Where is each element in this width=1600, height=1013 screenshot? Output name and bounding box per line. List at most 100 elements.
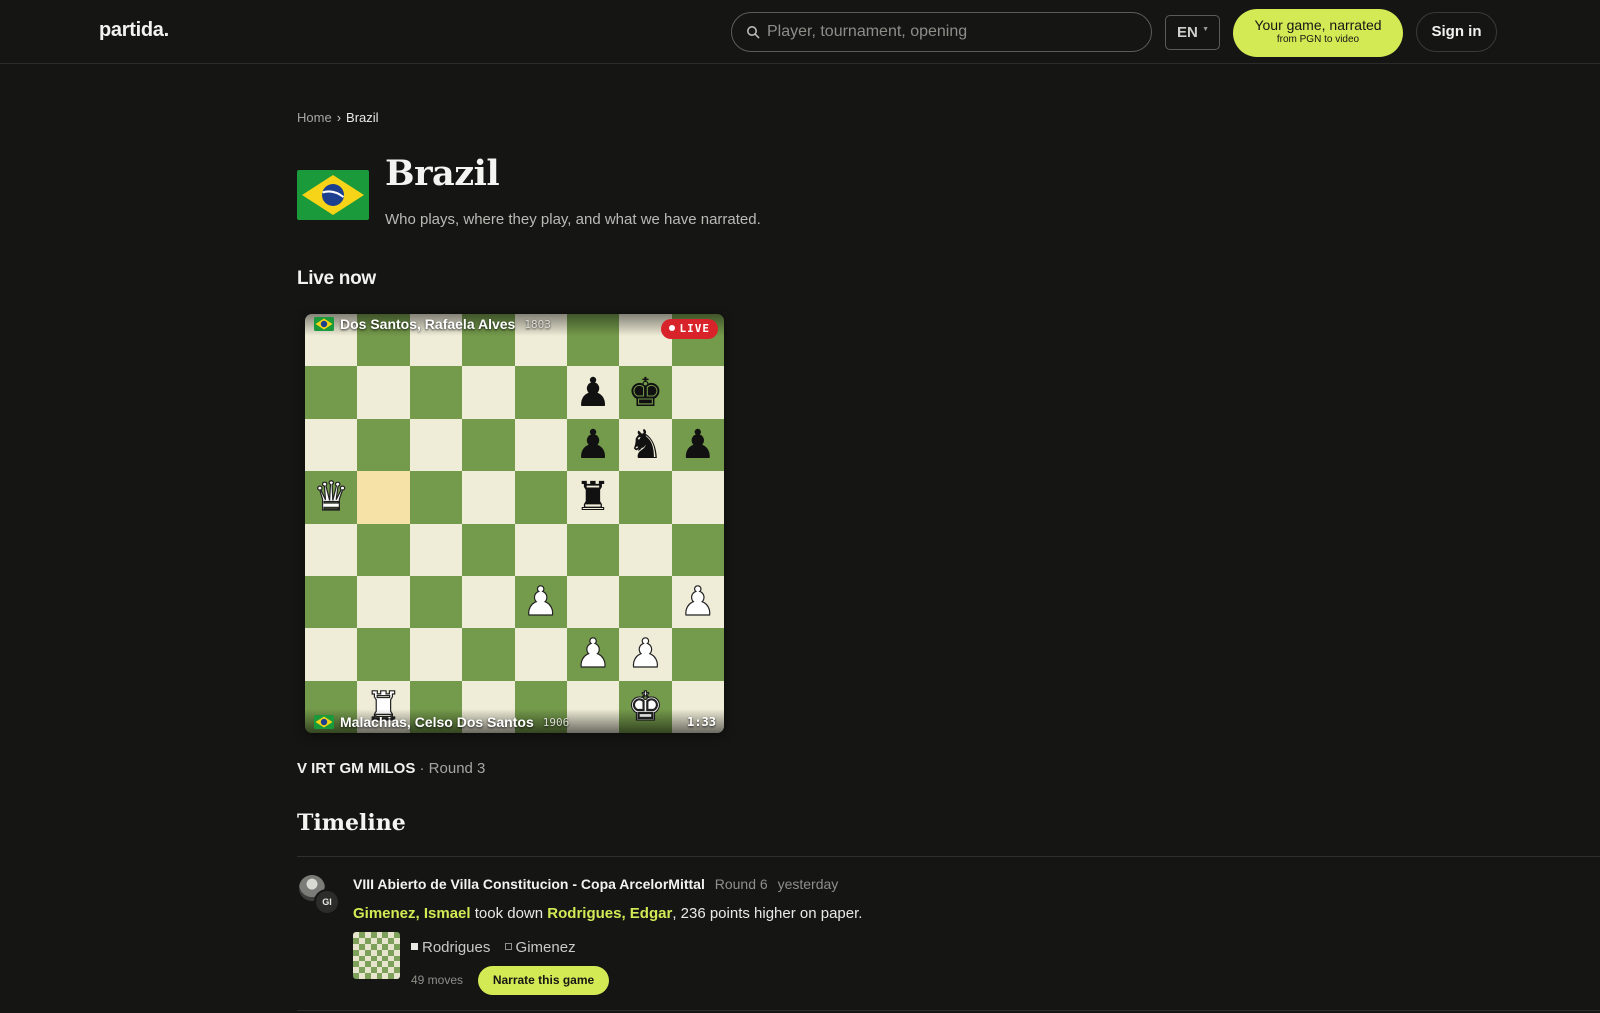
move-count: 49 moves	[411, 973, 464, 987]
board-square-g7[interactable]: ♚	[619, 366, 672, 419]
board-square-f4[interactable]	[566, 523, 620, 576]
board-square-h4[interactable]	[671, 523, 724, 576]
language-label: EN	[1177, 24, 1198, 41]
live-now-heading: Live now	[297, 268, 376, 289]
board-square-h5[interactable]	[671, 471, 724, 524]
board-square-f3[interactable]	[566, 575, 620, 629]
board-square-g2[interactable]: ♟	[619, 628, 672, 681]
sign-in-button[interactable]: Sign in	[1416, 12, 1497, 52]
board-square-d7[interactable]	[462, 366, 515, 419]
search-input[interactable]	[767, 13, 1137, 51]
white-pawn-icon: ♟	[627, 631, 664, 678]
board-square-b7[interactable]	[357, 366, 410, 419]
board-square-b4[interactable]	[357, 523, 410, 576]
board-square-f5[interactable]: ♜	[566, 471, 620, 524]
board-square-b6[interactable]	[357, 418, 410, 472]
board-square-c2[interactable]	[409, 628, 463, 681]
board-square-h2[interactable]	[671, 628, 724, 681]
board-square-d5[interactable]	[462, 471, 515, 524]
black-square-icon	[411, 943, 418, 950]
board-square-h6[interactable]: ♟	[671, 418, 724, 472]
board-square-a5[interactable]: ♛	[305, 471, 358, 524]
top-navigation-bar: partida. EN ▼ Your game, narrated from P…	[0, 0, 1600, 64]
timeline-event-link[interactable]: VIII Abierto de Villa Constitucion - Cop…	[353, 876, 705, 892]
black-pawn-icon: ♟	[679, 421, 716, 468]
cta-sub-label: from PGN to video	[1276, 34, 1360, 45]
summary-rest: , 236 points higher on paper.	[672, 905, 863, 922]
board-square-a4[interactable]	[305, 523, 358, 576]
board-square-b3[interactable]	[357, 575, 410, 629]
top-player-label: Dos Santos, Rafaela Alves 1803	[314, 316, 551, 332]
board-square-a7[interactable]	[305, 366, 358, 419]
breadcrumb-home-link[interactable]: Home	[297, 110, 332, 125]
board-square-c4[interactable]	[409, 523, 463, 576]
board-square-a2[interactable]	[305, 628, 358, 681]
board-square-c7[interactable]	[409, 366, 463, 419]
language-selector[interactable]: EN ▼	[1165, 15, 1220, 50]
page-title: Brazil	[385, 153, 500, 194]
board-square-c5[interactable]	[409, 471, 463, 524]
board-square-d6[interactable]	[462, 418, 515, 472]
board-square-f2[interactable]: ♟	[566, 628, 620, 681]
black-pawn-icon: ♟	[575, 421, 611, 468]
brazil-flag-icon	[314, 715, 334, 729]
board-square-e7[interactable]	[514, 366, 567, 419]
chess-board[interactable]: ♟ ♚ ♟ ♞ ♟ ♛ ♜ ♟ ♟ ♟ ♟ ♜ ♚	[305, 314, 724, 733]
game-players: Rodrigues Gimenez	[411, 939, 576, 956]
loser-player-link[interactable]: Rodrigues, Edgar	[547, 905, 672, 922]
event-name-link[interactable]: V IRT GM MILOS	[297, 760, 415, 777]
board-square-f6[interactable]: ♟	[566, 418, 620, 472]
live-game-event: V IRT GM MILOS · Round 3	[297, 760, 485, 777]
divider	[297, 856, 1600, 857]
timeline-item-summary: Gimenez, Ismael took down Rodrigues, Edg…	[353, 905, 862, 922]
board-square-e2[interactable]	[514, 628, 567, 681]
board-square-e6[interactable]	[514, 418, 567, 472]
top-player-rating: 1803	[524, 317, 551, 331]
narrate-this-game-button[interactable]: Narrate this game	[478, 966, 609, 995]
board-square-e4[interactable]	[514, 523, 567, 576]
board-square-c3[interactable]	[409, 575, 463, 629]
board-square-a6[interactable]	[305, 418, 358, 472]
summary-verb: took down	[470, 905, 548, 922]
board-square-g6[interactable]: ♞	[619, 418, 672, 472]
board-square-h3[interactable]: ♟	[671, 575, 724, 629]
narrate-your-game-button[interactable]: Your game, narrated from PGN to video	[1233, 9, 1403, 57]
search-box[interactable]	[731, 12, 1152, 52]
brazil-flag-icon	[314, 317, 334, 331]
breadcrumb: Home › Brazil	[297, 110, 379, 125]
live-dot-icon	[668, 325, 675, 331]
game-clock: 1:33	[687, 715, 716, 729]
bottom-player-label: Malachias, Celso Dos Santos 1906	[314, 714, 569, 730]
board-square-f7[interactable]: ♟	[566, 366, 620, 419]
board-square-g4[interactable]	[619, 523, 672, 576]
timeline-timestamp: yesterday	[777, 876, 839, 892]
board-square-d2[interactable]	[462, 628, 515, 681]
board-square-g3[interactable]	[619, 575, 672, 629]
live-game-card[interactable]: ♟ ♚ ♟ ♞ ♟ ♛ ♜ ♟ ♟ ♟ ♟ ♜ ♚ Dos Santos, Rafaela Alves …	[305, 314, 724, 733]
avatar-initials-badge: GI	[314, 889, 340, 915]
board-square-c6[interactable]	[409, 418, 463, 472]
board-square-e5[interactable]	[514, 471, 567, 524]
live-badge-label: LIVE	[679, 322, 710, 335]
search-icon	[747, 26, 760, 39]
board-square-e3[interactable]: ♟	[514, 575, 567, 629]
game-thumbnail[interactable]	[353, 932, 400, 979]
bottom-player-name[interactable]: Malachias, Celso Dos Santos	[340, 714, 534, 730]
white-pawn-icon: ♟	[679, 579, 716, 626]
timeline-item-header: VIII Abierto de Villa Constitucion - Cop…	[353, 876, 838, 892]
board-square-d3[interactable]	[462, 575, 515, 629]
divider	[297, 1010, 1600, 1011]
event-round: · Round 3	[419, 760, 486, 777]
board-square-g5[interactable]	[619, 471, 672, 524]
black-knight-icon: ♞	[627, 421, 664, 468]
board-square-b5[interactable]	[357, 471, 410, 524]
top-player-name[interactable]: Dos Santos, Rafaela Alves	[340, 316, 515, 332]
bottom-player-rating: 1906	[542, 715, 570, 729]
site-logo[interactable]: partida.	[99, 19, 169, 42]
board-square-d4[interactable]	[462, 523, 515, 576]
board-square-a3[interactable]	[305, 575, 358, 629]
board-square-b2[interactable]	[357, 628, 410, 681]
breadcrumb-current: Brazil	[346, 110, 379, 125]
board-square-h7[interactable]	[671, 366, 724, 419]
winner-player-link[interactable]: Gimenez, Ismael	[353, 905, 471, 922]
